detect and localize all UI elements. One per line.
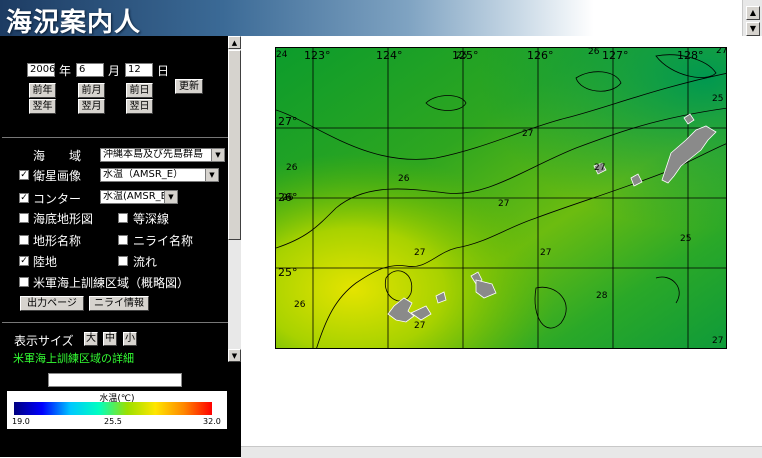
nirai-info-button[interactable]: ニライ情報	[89, 296, 149, 311]
contour-label: 27	[712, 336, 723, 346]
isobath-checkbox[interactable]	[118, 213, 128, 223]
satellite-label: 衛星画像	[33, 169, 82, 183]
current-checkbox[interactable]	[118, 256, 128, 266]
prev-month-button[interactable]: 前月	[78, 83, 105, 98]
contour-select[interactable]: 水温(AMSR_E) ▼	[100, 190, 178, 204]
satellite-value: 水温（AMSR_E）	[103, 169, 184, 180]
land-label: 陸地	[33, 255, 58, 269]
legend-min: 19.0	[12, 417, 30, 426]
status-bar	[241, 446, 762, 458]
sea-area-value: 沖縄本島及び先島群島	[103, 149, 203, 160]
lon-label: 128°	[677, 49, 704, 62]
update-button[interactable]: 更新	[175, 79, 203, 94]
contour-label: 26	[286, 163, 298, 173]
next-day-button[interactable]: 翌日	[126, 99, 153, 114]
day-input[interactable]: 12	[125, 63, 153, 77]
lon-label: 123°	[304, 49, 331, 62]
satellite-checkbox[interactable]: ✓	[19, 170, 29, 180]
contour-label: 27	[540, 248, 551, 258]
seafloor-label: 海底地形図	[33, 212, 94, 226]
lon-label: 124°	[376, 49, 403, 62]
isobath-label: 等深線	[133, 212, 170, 226]
prev-day-button[interactable]: 前日	[126, 83, 153, 98]
month-unit: 月	[108, 64, 121, 78]
app-title: 海況案内人	[6, 8, 142, 38]
legend-max: 32.0	[203, 417, 221, 426]
lon-label: 127°	[602, 49, 629, 62]
map-canvas: 123° 124° 125° 126° 127° 128° 27° 26° 25…	[276, 48, 727, 348]
size-small-button[interactable]: 小	[123, 332, 137, 346]
land-checkbox[interactable]: ✓	[19, 256, 29, 266]
sea-area-select[interactable]: 沖縄本島及び先島群島 ▼	[100, 148, 225, 162]
contour-value: 水温(AMSR_E)	[103, 191, 171, 202]
contour-label: 25	[712, 94, 723, 104]
next-year-button[interactable]: 翌年	[29, 99, 56, 114]
contour-label: 26	[294, 300, 306, 310]
prev-year-button[interactable]: 前年	[29, 83, 56, 98]
scroll-up-button[interactable]: ▲	[746, 6, 760, 20]
contour-label: 25	[680, 234, 691, 244]
panel-filler	[228, 362, 241, 457]
satellite-select[interactable]: 水温（AMSR_E） ▼	[100, 168, 219, 182]
scroll-thumb[interactable]	[228, 50, 241, 240]
chevron-down-icon: ▼	[164, 191, 177, 203]
training-detail-link[interactable]: 米軍海上訓練区域の詳細	[13, 350, 134, 366]
divider	[2, 322, 228, 323]
window-scrollbar[interactable]: ▲ ▼	[742, 0, 762, 36]
chevron-down-icon: ▼	[205, 169, 218, 181]
scroll-down-button[interactable]: ▼	[746, 22, 760, 36]
scroll-up-button[interactable]: ▲	[228, 36, 241, 49]
display-size-label: 表示サイズ	[14, 334, 74, 348]
control-panel: 2006 年 6 月 12 日 前年 前月 前日 更新 翌年 翌月 翌日 海 域…	[0, 36, 228, 457]
seafloor-checkbox[interactable]	[19, 213, 29, 223]
size-medium-button[interactable]: 中	[103, 332, 117, 346]
place-names-checkbox[interactable]	[19, 235, 29, 245]
month-input[interactable]: 6	[76, 63, 104, 77]
contour-label: 24	[276, 50, 288, 60]
training-area-label: 米軍海上訓練区域（概略図）	[33, 276, 190, 290]
scroll-down-button[interactable]: ▼	[228, 349, 241, 362]
contour-label: 25	[456, 51, 467, 61]
temperature-legend: 水温(℃) 19.0 25.5 32.0	[7, 391, 227, 429]
contour-label: 27	[594, 163, 605, 173]
size-large-button[interactable]: 大	[84, 332, 98, 346]
contour-label: コンター	[33, 192, 82, 206]
contour-label: 27	[414, 321, 425, 331]
contour-label: 27	[716, 48, 727, 56]
contour-label: 27	[414, 248, 425, 258]
nirai-names-checkbox[interactable]	[118, 235, 128, 245]
training-area-checkbox[interactable]	[19, 277, 29, 287]
place-names-label: 地形名称	[33, 234, 82, 248]
output-page-button[interactable]: 出力ページ	[20, 296, 84, 311]
panel-scrollbar[interactable]: ▲ ▼	[228, 36, 241, 362]
lat-label: 25°	[278, 266, 298, 279]
nirai-names-label: ニライ名称	[133, 234, 194, 248]
status-field	[48, 373, 182, 387]
contour-label: 26	[282, 193, 294, 203]
sea-area-label: 海 域	[33, 149, 82, 163]
next-month-button[interactable]: 翌月	[78, 99, 105, 114]
contour-label: 26	[588, 48, 600, 57]
contour-checkbox[interactable]: ✓	[19, 193, 29, 203]
sea-temperature-map[interactable]: 123° 124° 125° 126° 127° 128° 27° 26° 25…	[275, 47, 727, 349]
contour-label: 26	[398, 174, 410, 184]
legend-mid: 25.5	[104, 417, 122, 426]
divider	[2, 137, 228, 138]
contour-label: 27	[522, 129, 533, 139]
chevron-down-icon: ▼	[211, 149, 224, 161]
app-header: 海況案内人	[0, 0, 742, 38]
year-unit: 年	[59, 64, 72, 78]
legend-color-bar	[14, 402, 212, 415]
lat-label: 27°	[278, 115, 298, 128]
contour-label: 28	[596, 291, 608, 301]
day-unit: 日	[157, 64, 170, 78]
current-label: 流れ	[133, 255, 158, 269]
contour-label: 27	[498, 199, 509, 209]
lon-label: 126°	[527, 49, 554, 62]
year-input[interactable]: 2006	[27, 63, 55, 77]
